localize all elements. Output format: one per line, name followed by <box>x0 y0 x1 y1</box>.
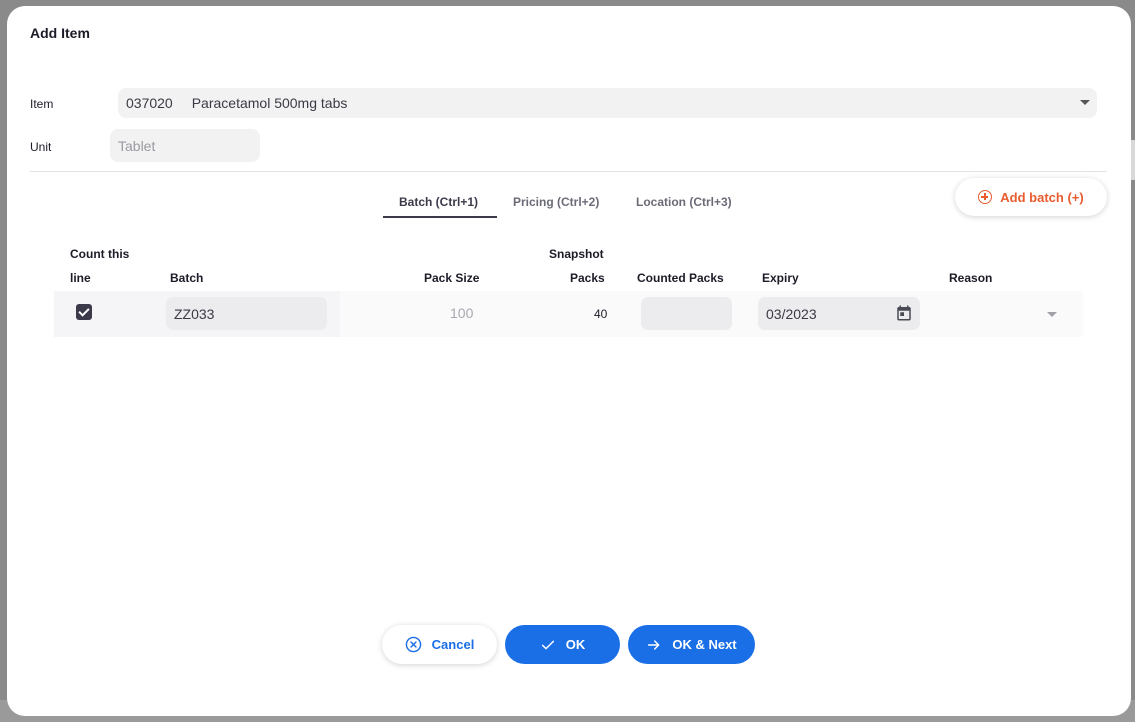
header-batch: Batch <box>170 271 204 285</box>
arrow-right-icon <box>648 639 660 650</box>
item-code: 037020 <box>126 95 173 111</box>
check-icon <box>541 640 554 649</box>
header-counted-packs: Counted Packs <box>637 271 724 285</box>
add-item-dialog: Add Item Item 037020 Paracetamol 500mg t… <box>7 6 1131 716</box>
header-expiry: Expiry <box>762 271 799 285</box>
calendar-icon[interactable] <box>895 304 913 322</box>
header-snapshot-line-2: Packs <box>570 271 605 285</box>
tab-batch[interactable]: Batch (Ctrl+1) <box>399 195 478 209</box>
header-pack-size: Pack Size <box>424 271 480 285</box>
cancel-circle-icon <box>405 636 421 653</box>
header-snapshot-line-1: Snapshot <box>549 247 604 261</box>
add-batch-label: Add batch (+) <box>1000 189 1084 205</box>
chevron-down-icon <box>1080 100 1090 105</box>
cancel-button[interactable]: Cancel <box>382 625 497 664</box>
section-divider <box>30 171 1107 172</box>
count-line-checkbox[interactable] <box>76 304 92 320</box>
unit-label: Unit <box>30 140 52 154</box>
item-select[interactable]: 037020 Paracetamol 500mg tabs <box>118 88 1097 118</box>
ok-button[interactable]: OK <box>505 625 620 664</box>
cancel-label: Cancel <box>431 637 475 652</box>
active-tab-indicator <box>383 216 497 218</box>
dialog-title: Add Item <box>30 25 90 41</box>
ok-next-button[interactable]: OK & Next <box>628 625 755 664</box>
item-name: Paracetamol 500mg tabs <box>191 95 348 111</box>
snapshot-packs-value: 40 <box>594 307 608 321</box>
counted-packs-input[interactable] <box>641 297 732 330</box>
unit-field[interactable]: Tablet <box>110 129 260 162</box>
header-reason: Reason <box>949 271 993 285</box>
header-count-line-1: Count this <box>70 247 130 261</box>
pack-size-value: 100 <box>450 305 474 321</box>
tab-location[interactable]: Location (Ctrl+3) <box>636 195 732 209</box>
tab-pricing[interactable]: Pricing (Ctrl+2) <box>513 195 599 209</box>
reason-dropdown-chevron-icon[interactable] <box>1047 312 1057 317</box>
add-circle-icon <box>978 190 993 204</box>
add-batch-button[interactable]: Add batch (+) <box>955 178 1107 216</box>
ok-label: OK <box>565 637 586 652</box>
header-count-line-2: line <box>70 271 91 285</box>
batch-input[interactable]: ZZ033 <box>166 297 327 330</box>
item-label: Item <box>30 97 54 111</box>
ok-next-label: OK & Next <box>672 637 737 652</box>
